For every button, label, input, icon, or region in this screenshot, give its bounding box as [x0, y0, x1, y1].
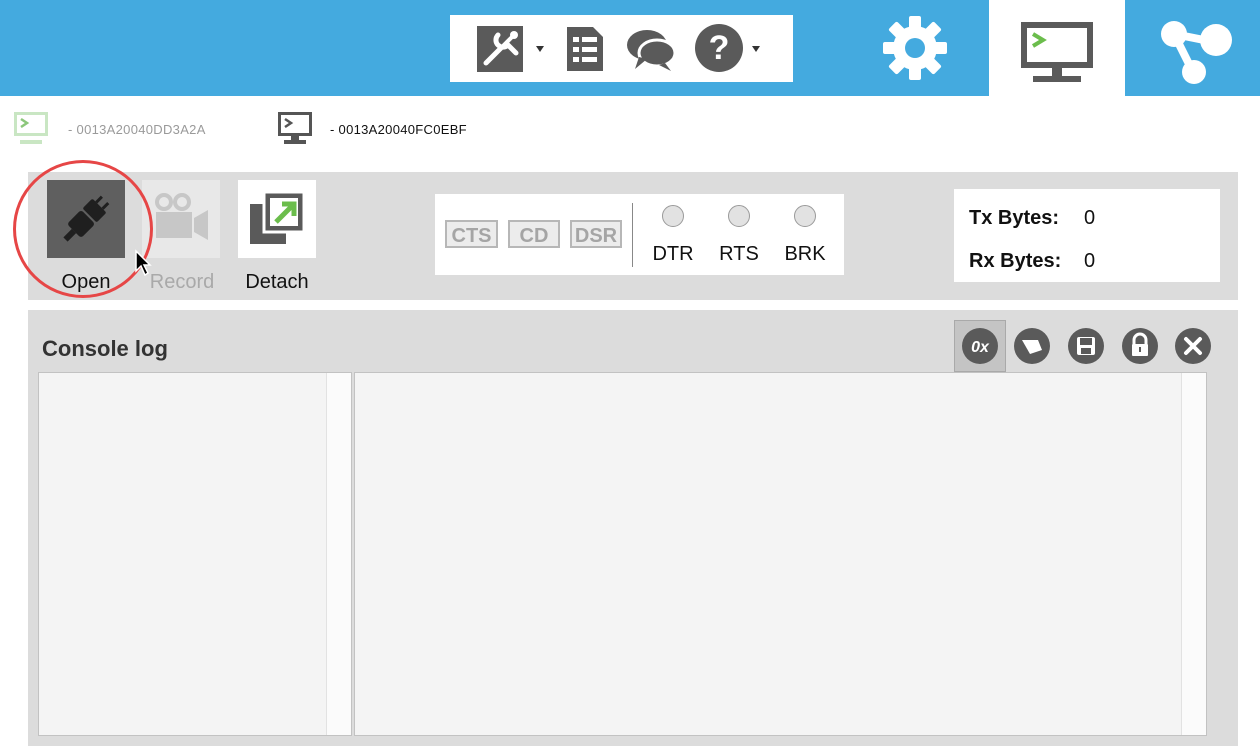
device-icon-inactive[interactable]: [12, 110, 50, 151]
help-icon[interactable]: ?: [694, 23, 744, 78]
network-share-icon: [1161, 21, 1232, 84]
rx-bytes-label: Rx Bytes:: [969, 250, 1062, 272]
svg-text:?: ?: [709, 29, 730, 67]
dtr-toggle[interactable]: [662, 205, 684, 227]
record-button[interactable]: [142, 180, 220, 258]
gear-icon: [883, 16, 947, 80]
lock-icon: [1122, 328, 1158, 364]
console-monitor-icon: [1021, 22, 1093, 82]
device-address-active[interactable]: - 0013A20040FC0EBF: [330, 122, 467, 137]
detach-label: Detach: [245, 271, 309, 293]
clear-session-button[interactable]: [1012, 326, 1052, 366]
highlight-circle: [13, 160, 153, 298]
configuration-mode-tab[interactable]: [855, 0, 973, 96]
save-log-button[interactable]: [1066, 326, 1106, 366]
rts-label: RTS: [719, 243, 759, 265]
tx-bytes-label: Tx Bytes:: [969, 207, 1060, 229]
dsr-indicator: DSR: [570, 220, 622, 248]
cd-indicator: CD: [508, 220, 560, 248]
document-list-icon[interactable]: [563, 25, 605, 78]
dtr-label: DTR: [652, 243, 694, 265]
console-hex-pane[interactable]: [38, 372, 352, 736]
hex-toggle-button[interactable]: 0x: [954, 320, 1006, 372]
close-icon: [1175, 328, 1211, 364]
rx-bytes-value: 0: [1084, 250, 1096, 272]
mouse-cursor-icon: [135, 249, 152, 277]
ascii-pane-scrollbar[interactable]: [1181, 373, 1206, 735]
detach-button[interactable]: [238, 180, 316, 258]
eraser-icon: [1014, 328, 1050, 364]
tx-bytes-value: 0: [1084, 207, 1096, 229]
video-camera-icon: [155, 193, 208, 240]
close-console-button[interactable]: [1173, 326, 1213, 366]
lock-scroll-button[interactable]: [1120, 326, 1160, 366]
device-icon-active[interactable]: [276, 110, 314, 151]
help-dropdown-caret[interactable]: [752, 46, 760, 52]
tools-toolbox: ?: [450, 15, 793, 82]
brk-label: BRK: [784, 243, 826, 265]
lines-divider: [632, 203, 633, 267]
tools-dropdown-caret[interactable]: [536, 46, 544, 52]
brk-toggle[interactable]: [794, 205, 816, 227]
hex-icon: 0x: [962, 328, 998, 364]
save-icon: [1068, 328, 1104, 364]
chat-icon[interactable]: [625, 27, 677, 78]
device-address-inactive[interactable]: - 0013A20040DD3A2A: [68, 122, 206, 137]
network-mode-tab[interactable]: [1140, 0, 1260, 96]
hex-toggle-label: 0x: [971, 339, 990, 356]
hex-pane-scrollbar[interactable]: [326, 373, 351, 735]
detach-window-icon: [250, 190, 306, 244]
rts-toggle[interactable]: [728, 205, 750, 227]
console-ascii-pane[interactable]: [354, 372, 1207, 736]
console-log-title: Console log: [42, 336, 168, 361]
consoles-mode-tab[interactable]: [989, 0, 1125, 96]
cts-indicator: CTS: [445, 220, 498, 248]
tools-icon[interactable]: [476, 25, 524, 78]
